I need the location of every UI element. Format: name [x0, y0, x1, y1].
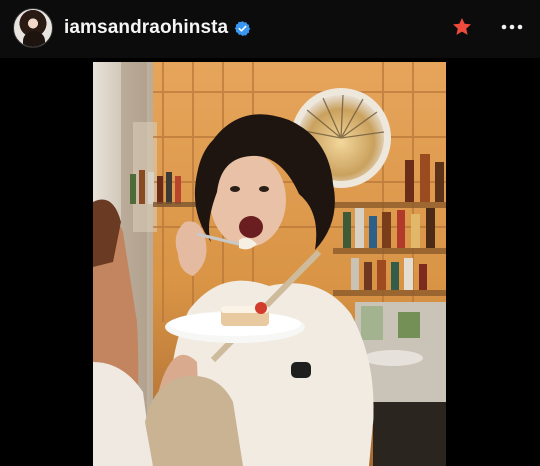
post-header: iamsandraohinsta	[0, 0, 540, 58]
post-media[interactable]	[0, 58, 540, 466]
star-icon[interactable]	[451, 16, 473, 38]
username-row: iamsandraohinsta	[64, 17, 251, 39]
avatar[interactable]	[13, 8, 53, 48]
username-link[interactable]: iamsandraohinsta	[64, 17, 228, 39]
more-options-icon[interactable]	[500, 16, 524, 38]
verified-badge-icon	[234, 20, 251, 36]
post-photo[interactable]	[93, 62, 446, 466]
wristwatch	[291, 362, 311, 378]
